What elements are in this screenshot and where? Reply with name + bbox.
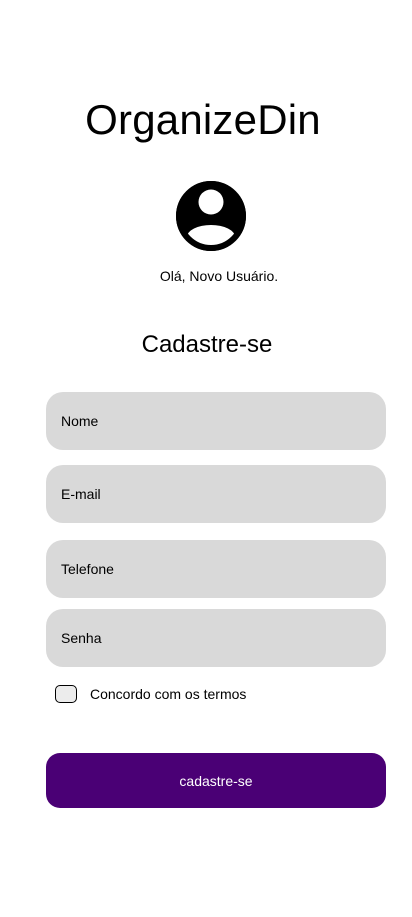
terms-checkbox[interactable] xyxy=(55,685,77,703)
page-title: Cadastre-se xyxy=(141,331,273,358)
name-field[interactable] xyxy=(46,392,386,450)
terms-label: Concordo com os termos xyxy=(90,685,247,702)
signup-button[interactable]: cadastre-se xyxy=(46,753,386,808)
password-field[interactable] xyxy=(46,609,386,667)
greeting-text: Olá, Novo Usuário. xyxy=(159,268,279,284)
phone-field[interactable] xyxy=(46,540,386,598)
email-field[interactable] xyxy=(46,465,386,523)
user-avatar-icon xyxy=(176,181,246,251)
terms-row: Concordo com os termos xyxy=(55,684,246,704)
app-title: OrganizeDin xyxy=(85,96,321,143)
